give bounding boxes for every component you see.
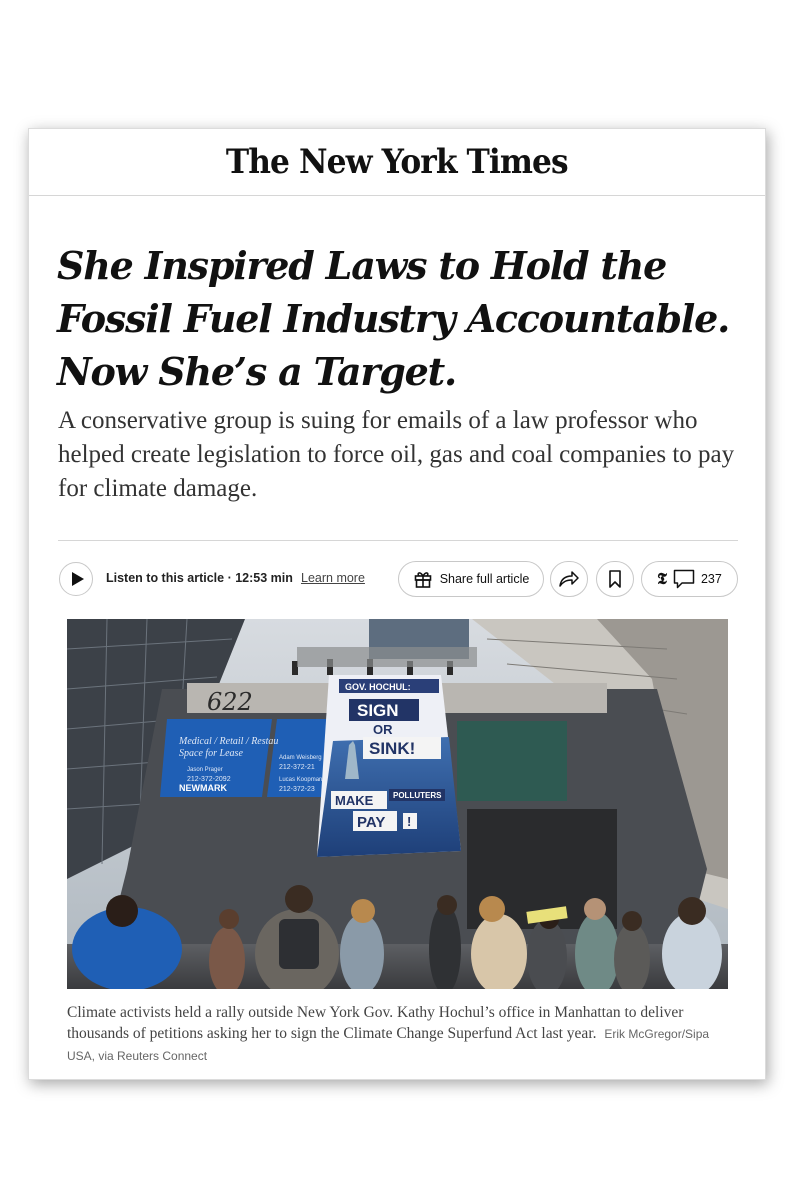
sign-line-3: Jason Prager (187, 767, 223, 773)
sign-line-8: 212-372-23 (279, 786, 315, 793)
banner-bottom-2: POLLUTERS (393, 791, 442, 800)
learn-more-link[interactable]: Learn more (301, 571, 365, 585)
sign-line-2: Space for Lease (179, 748, 243, 759)
listen-label: Listen to this article · 12:53 min (106, 571, 293, 585)
play-audio-button[interactable] (59, 562, 93, 596)
sign-line-1: Medical / Retail / Restau (178, 736, 278, 747)
article-headline: She Inspired Laws to Hold the Fossil Fue… (57, 243, 730, 394)
banner-top: GOV. HOCHUL: (345, 682, 411, 692)
divider (58, 540, 738, 541)
gift-icon (414, 572, 431, 588)
sign-line-7: Lucas Koopman (279, 777, 322, 783)
banner-bottom-3: PAY (357, 814, 385, 831)
banner-line-3: SINK! (369, 739, 415, 758)
save-button[interactable] (596, 561, 634, 597)
article-summary: A conservative group is suing for emails… (58, 407, 735, 502)
share-full-label: Share full article (439, 572, 530, 586)
share-arrow-icon (559, 571, 579, 587)
comments-button[interactable]: 𝕿 237 (641, 561, 738, 597)
building-number: 622 (207, 688, 253, 716)
article-toolbar: Listen to this article · 12:53 min Learn… (29, 561, 765, 601)
sign-brand: NEWMARK (179, 783, 227, 793)
listen-text: Listen to this article (106, 571, 225, 585)
sign-line-6: 212-372-21 (279, 764, 315, 771)
article-card: The New York Times She Inspired Laws to … (28, 128, 766, 1080)
sign-line-5: Adam Weisberg (279, 755, 322, 761)
banner-line-2: OR (373, 722, 393, 737)
photo-caption: Climate activists held a rally outside N… (67, 1002, 732, 1067)
banner-line-1: SIGN (357, 701, 399, 720)
comment-count: 237 (700, 572, 722, 586)
listen-duration: · 12:53 min (224, 571, 293, 585)
lead-photo: 622 Medical / Retail / Restau Space for … (67, 619, 728, 989)
caption-text: Climate activists held a rally outside N… (67, 1004, 684, 1042)
masthead-logo[interactable]: The New York Times (226, 142, 569, 182)
nyt-t-icon: 𝕿 (657, 569, 667, 588)
bookmark-icon (609, 570, 621, 588)
banner-bottom-1: MAKE (335, 793, 374, 808)
protest-banner: GOV. HOCHUL: SIGN OR SINK! MAKE POLLUTER… (317, 675, 461, 857)
sign-line-4: 212-372-2092 (187, 776, 231, 783)
rally-photo: 622 Medical / Retail / Restau Space for … (67, 619, 728, 989)
banner-bottom-4: ! (407, 814, 411, 829)
share-button[interactable] (550, 561, 588, 597)
comment-icon (673, 569, 695, 589)
play-icon (71, 572, 84, 586)
masthead[interactable]: The New York Times (29, 129, 765, 196)
share-full-article-button[interactable]: Share full article (398, 561, 544, 597)
